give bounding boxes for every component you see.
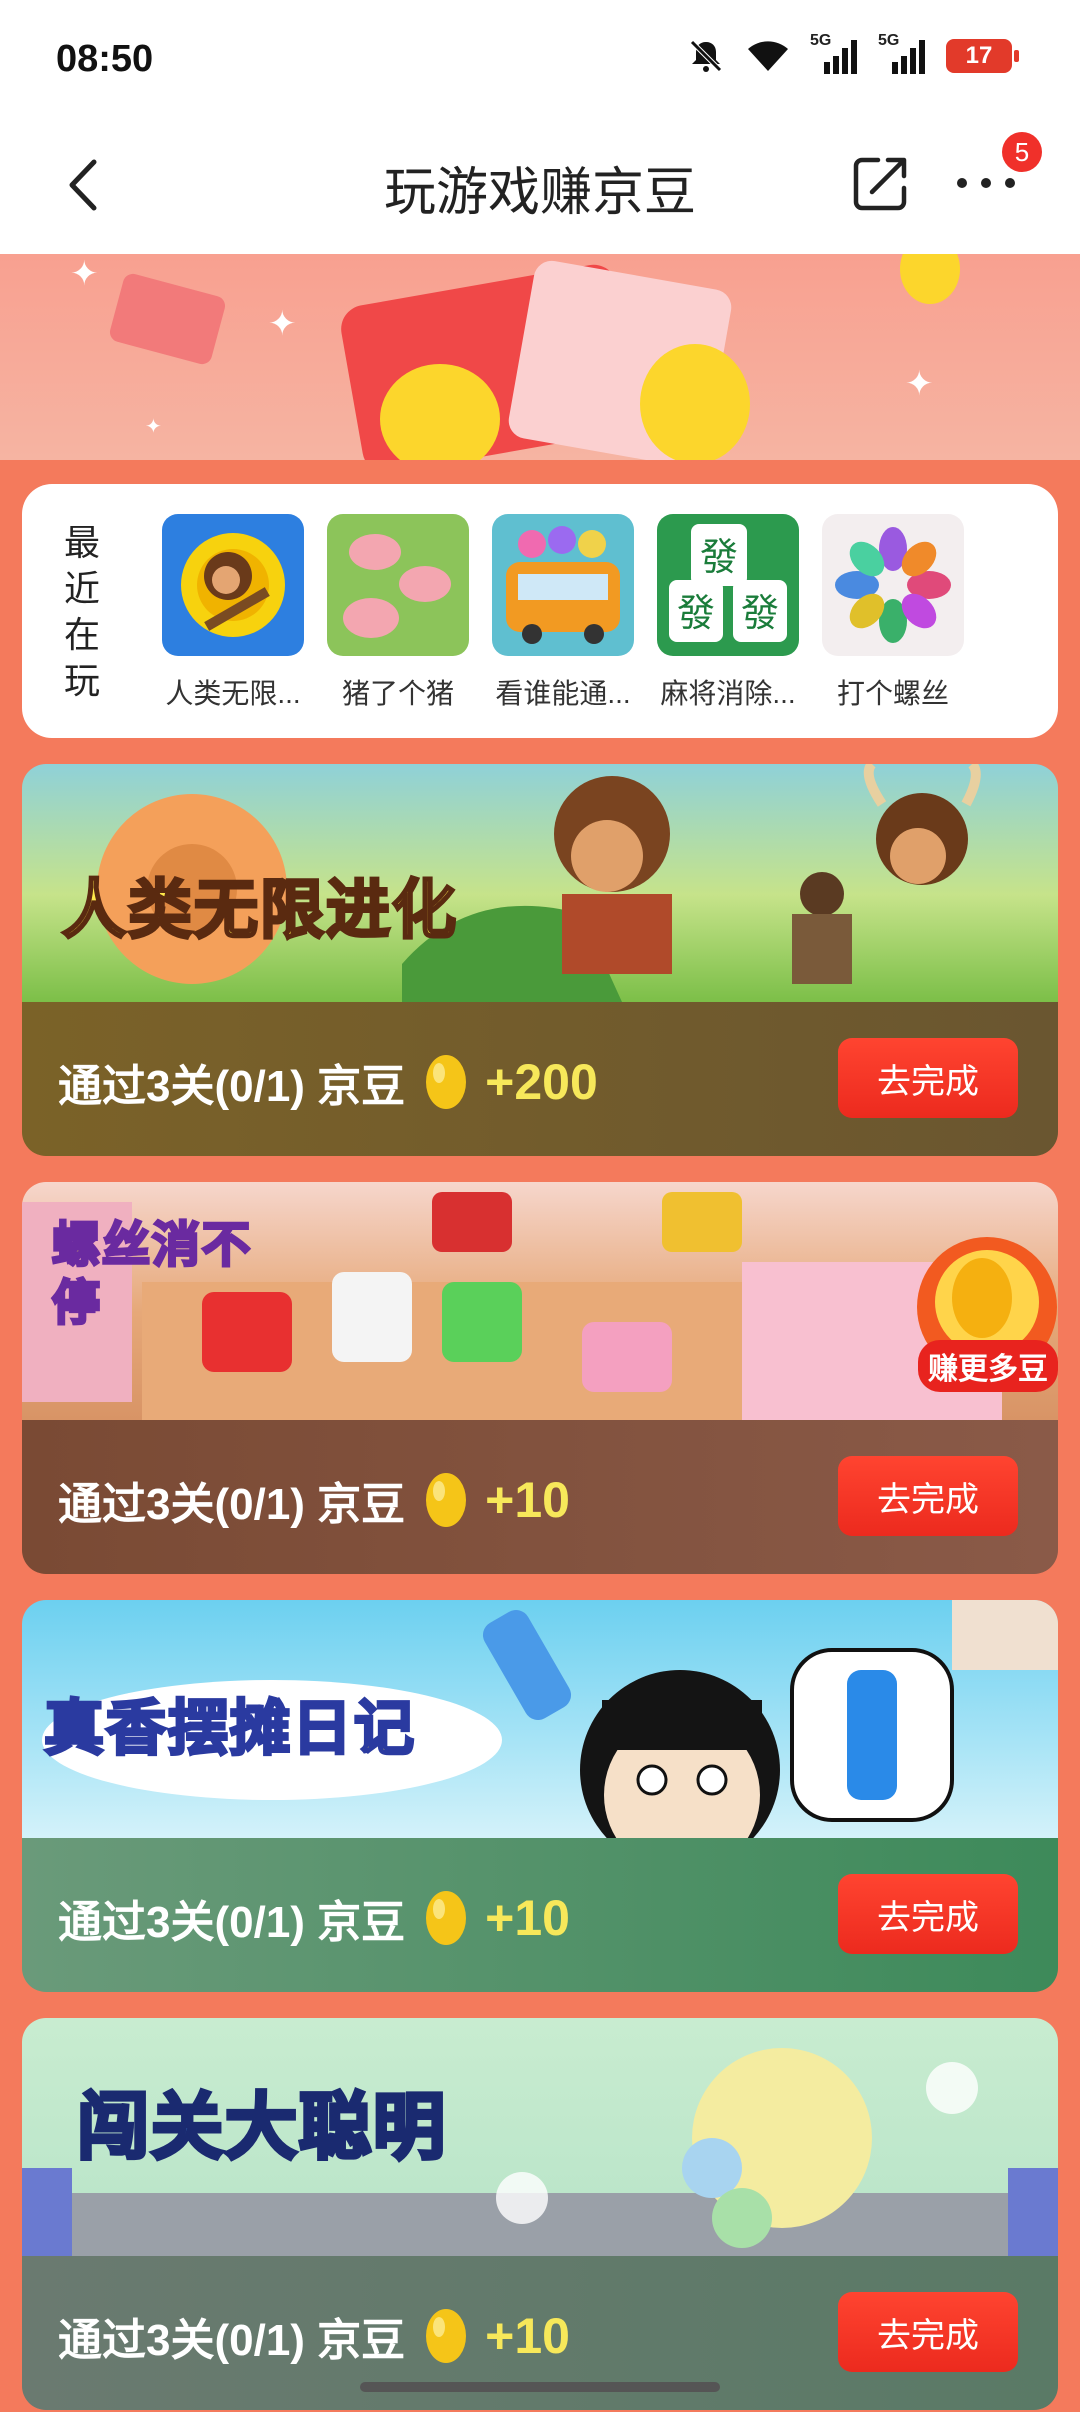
task-description: 通过3关(0/1) 京豆 +10 — [58, 1890, 570, 1947]
game-icon-pig — [327, 514, 469, 656]
task-description: 通过3关(0/1) 京豆 +10 — [58, 1472, 570, 1529]
sparkle-icon: ✦ — [145, 416, 162, 438]
signal-icon-1: 5G — [810, 32, 860, 76]
jingdou-icon — [426, 1473, 467, 1527]
task-card[interactable]: 闯关大聪明 通过3关(0/1) 京豆 +10 去完成 — [22, 2018, 1058, 2410]
game-title-art: 螺丝消不停 — [51, 1218, 253, 1332]
task-description: 通过3关(0/1) 京豆 +200 — [58, 1054, 598, 1111]
jingdou-icon — [426, 1055, 467, 1109]
recent-label: 最近在玩 — [63, 522, 100, 701]
nav-bar: 玩游戏赚京豆 — [0, 120, 1080, 254]
mute-bell-icon — [686, 36, 726, 76]
task-footer: 通过3关(0/1) 京豆 +200 去完成 — [22, 1002, 1058, 1156]
svg-text:發: 發 — [677, 591, 715, 635]
status-icons: 5G 5G 17 — [686, 32, 1019, 76]
home-indicator[interactable] — [360, 2382, 720, 2392]
earn-more-badge[interactable]: 赚更多豆 — [912, 1232, 1058, 1392]
hero-banner: ✦ ✦ ✦ ✦ — [0, 254, 1080, 460]
recent-games-card: 最近在玩 人类无限... 猪了个猪 看谁能通... 發發發 麻将消除... 打个… — [22, 484, 1058, 738]
jingdou-bean-image — [900, 254, 960, 304]
recent-game-name: 麻将消除... — [660, 678, 796, 709]
game-title-art: 闯关大聪明 — [75, 2086, 448, 2170]
task-card[interactable]: 人类无限进化 通过3关(0/1) 京豆 +200 去完成 — [22, 764, 1058, 1156]
complete-task-button[interactable]: 去完成 — [838, 2292, 1018, 2372]
recent-game-name: 看谁能通... — [495, 678, 631, 709]
recent-game-item[interactable]: 發發發 麻将消除... — [657, 514, 799, 712]
battery-icon: 17 — [946, 39, 1019, 73]
status-time: 08:50 — [56, 38, 154, 80]
game-title-art: 人类无限进化 — [61, 873, 458, 948]
jingdou-bean-image — [640, 344, 750, 460]
task-description: 通过3关(0/1) 京豆 +10 — [58, 2308, 570, 2365]
recent-game-item[interactable]: 打个螺丝 — [822, 514, 964, 712]
sparkle-icon: ✦ — [905, 365, 934, 403]
task-reward: +10 — [485, 2308, 570, 2364]
recent-game-item[interactable]: 猪了个猪 — [327, 514, 469, 712]
game-icon-human-evolution — [162, 514, 304, 656]
recent-game-name: 猪了个猪 — [341, 678, 454, 709]
wifi-icon — [744, 37, 792, 75]
notification-badge: 5 — [1002, 132, 1042, 172]
task-footer: 通过3关(0/1) 京豆 +10 去完成 — [22, 1838, 1058, 1992]
complete-task-button[interactable]: 去完成 — [838, 1038, 1018, 1118]
game-banner-image: 螺丝消不停 赚更多豆 — [22, 1182, 1058, 1420]
red-packet-image — [107, 271, 228, 367]
game-banner-image: 人类无限进化 — [22, 764, 1058, 1002]
recent-games-list: 人类无限... 猪了个猪 看谁能通... 發發發 麻将消除... 打个螺丝 — [162, 514, 964, 712]
game-icon-mahjong: 發發發 — [657, 514, 799, 656]
complete-task-button[interactable]: 去完成 — [838, 1456, 1018, 1536]
share-icon — [853, 157, 907, 211]
task-reward: +200 — [485, 1054, 598, 1110]
sparkle-icon: ✦ — [70, 255, 99, 293]
game-banner-image: 闯关大聪明 — [22, 2018, 1058, 2256]
game-banner-image: 真香摆摊日记 — [22, 1600, 1058, 1838]
signal-icon-2: 5G — [878, 32, 928, 76]
recent-game-name: 打个螺丝 — [836, 678, 949, 709]
game-icon-screw — [822, 514, 964, 656]
page-title: 玩游戏赚京豆 — [383, 164, 696, 222]
recent-game-name: 人类无限... — [165, 678, 301, 709]
complete-task-button[interactable]: 去完成 — [838, 1874, 1018, 1954]
status-bar: 08:50 5G 5G 17 — [0, 0, 1080, 120]
svg-text:發: 發 — [700, 535, 738, 579]
task-card[interactable]: 螺丝消不停 赚更多豆 通过3关(0/1) 京豆 +10 去完成 — [22, 1182, 1058, 1574]
task-reward: +10 — [485, 1472, 570, 1528]
svg-text:發: 發 — [741, 591, 779, 635]
game-title-art: 真香摆摊日记 — [43, 1694, 416, 1764]
task-card[interactable]: 真香摆摊日记 通过3关(0/1) 京豆 +10 去完成 — [22, 1600, 1058, 1992]
share-button[interactable] — [848, 150, 914, 216]
jingdou-icon — [426, 2309, 467, 2363]
sparkle-icon: ✦ — [268, 305, 297, 343]
game-icon-bus — [492, 514, 634, 656]
recent-game-item[interactable]: 人类无限... — [162, 514, 304, 712]
task-footer: 通过3关(0/1) 京豆 +10 去完成 — [22, 1420, 1058, 1574]
jingdou-icon — [426, 1891, 467, 1945]
recent-game-item[interactable]: 看谁能通... — [492, 514, 634, 712]
task-reward: +10 — [485, 1890, 570, 1946]
